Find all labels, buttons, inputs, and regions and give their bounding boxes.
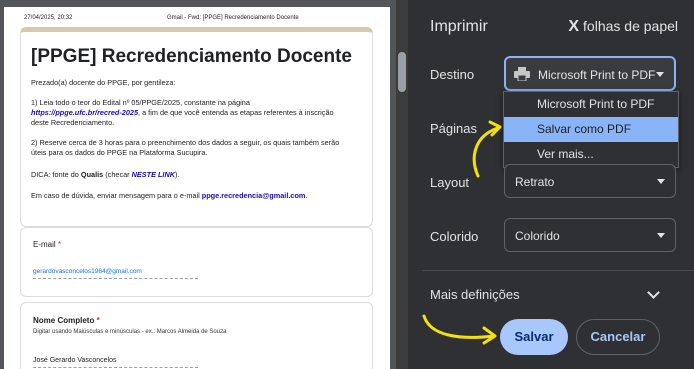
destino-select[interactable]: Microsoft Print to PDF [504,56,676,91]
colorido-select[interactable]: Colorido [504,218,676,252]
cancel-button[interactable]: Cancelar [576,319,660,355]
nome-question-card: Nome Completo * Digitar usando Maiúscula… [20,302,373,369]
preview-page: 27/04/2025, 20:32 Gmail - Fwd: [PPGE] Re… [4,7,390,369]
option-microsoft-print-to-pdf[interactable]: Microsoft Print to PDF [504,92,678,117]
edital-link[interactable]: https://ppge.ufc.br/recred-2025 [31,108,138,117]
duvida-text: Em caso de dúvida, enviar mensagem para … [31,191,307,200]
email-answer: gerardovasconcelos1964@gmail.com [33,268,142,275]
chevron-down-icon [657,179,665,184]
dica-suffix: ). [175,170,180,179]
option-salvar-como-pdf[interactable]: Salvar como PDF [504,117,678,142]
email-question-card: E-mail * gerardovasconcelos1964@gmail.co… [20,227,373,297]
destino-value: Microsoft Print to PDF [538,68,656,82]
destino-dropdown: Microsoft Print to PDF Salvar como PDF V… [503,91,679,168]
annotation-arrow-icon [472,120,502,178]
layout-select[interactable]: Retrato [504,164,676,198]
intro-text: Prezado(a) docente do PPGE, por gentilez… [31,78,176,87]
dica-text: DICA: fonte do Qualis (checar NESTE LINK… [31,170,179,179]
nome-label: Nome Completo * [33,316,100,325]
sheet-count-value: X [568,18,580,35]
chevron-down-icon [656,72,664,77]
email-label-text: E-mail [33,240,56,249]
nome-underline [33,367,198,368]
item1-line2-rest: , a fim de que você entenda as etapas re… [138,108,334,117]
header-date: 27/04/2025, 20:32 [24,15,73,21]
annotation-arrow-icon [422,314,497,345]
sheet-count: Xfolhas de papel [568,18,678,36]
panel-divider [422,270,694,271]
email-label: E-mail * [33,240,61,249]
colorido-label: Colorido [430,229,479,244]
printer-icon [514,67,530,81]
more-settings-toggle[interactable]: Mais definições [430,287,520,302]
nome-answer: José Gerardo Vasconcelos [33,357,117,364]
scrollbar-thumb[interactable] [398,52,406,92]
print-preview-area: 27/04/2025, 20:32 Gmail - Fwd: [PPGE] Re… [0,0,408,369]
item1-line1: 1) Leia todo o teor do Edital nº 05/PPGE… [31,98,250,107]
item1-line3: deste Recredenciamento. [31,118,115,127]
form-title: [PPGE] Recredenciamento Docente [31,46,352,67]
required-mark: * [57,240,62,249]
chevron-down-icon[interactable] [647,286,660,299]
colorido-value: Colorido [515,229,560,243]
item1-line2: https://ppge.ufc.br/recred-2025, a fim d… [31,108,334,117]
dica-prefix: DICA: fonte do [31,170,79,179]
item2-line1: 2) Reserve cerca de 3 horas para o preen… [31,138,340,147]
layout-value: Retrato [515,175,555,189]
duvida-suffix: . [305,191,308,200]
item2-line2: úteis para os dados do PPGE na Plataform… [31,148,208,157]
dica-mid: (checar [105,170,130,179]
preview-scrollbar[interactable] [396,0,408,369]
form-header-card: [PPGE] Recredenciamento Docente Prezado(… [20,27,373,227]
contact-email-link[interactable]: ppge.recredencia@gmail.com [202,191,306,200]
email-underline [33,278,198,279]
nome-help-text: Digitar usando Maiúsculas e minúsculas -… [33,329,227,335]
required-mark: * [96,316,100,325]
save-button[interactable]: Salvar [500,319,568,355]
nome-label-text: Nome Completo [33,316,95,325]
dica-qualis: Qualis [80,170,104,179]
sheet-count-label: folhas de papel [583,18,678,34]
layout-label: Layout [430,175,470,190]
header-title: Gmail - Fwd: [PPGE] Recredenciamento Doc… [167,15,299,21]
chevron-down-icon [657,233,665,238]
destino-label: Destino [430,67,475,82]
duvida-prefix: Em caso de dúvida, enviar mensagem para … [31,191,200,200]
panel-title: Imprimir [430,18,488,35]
neste-link[interactable]: NESTE LINK [132,170,175,179]
